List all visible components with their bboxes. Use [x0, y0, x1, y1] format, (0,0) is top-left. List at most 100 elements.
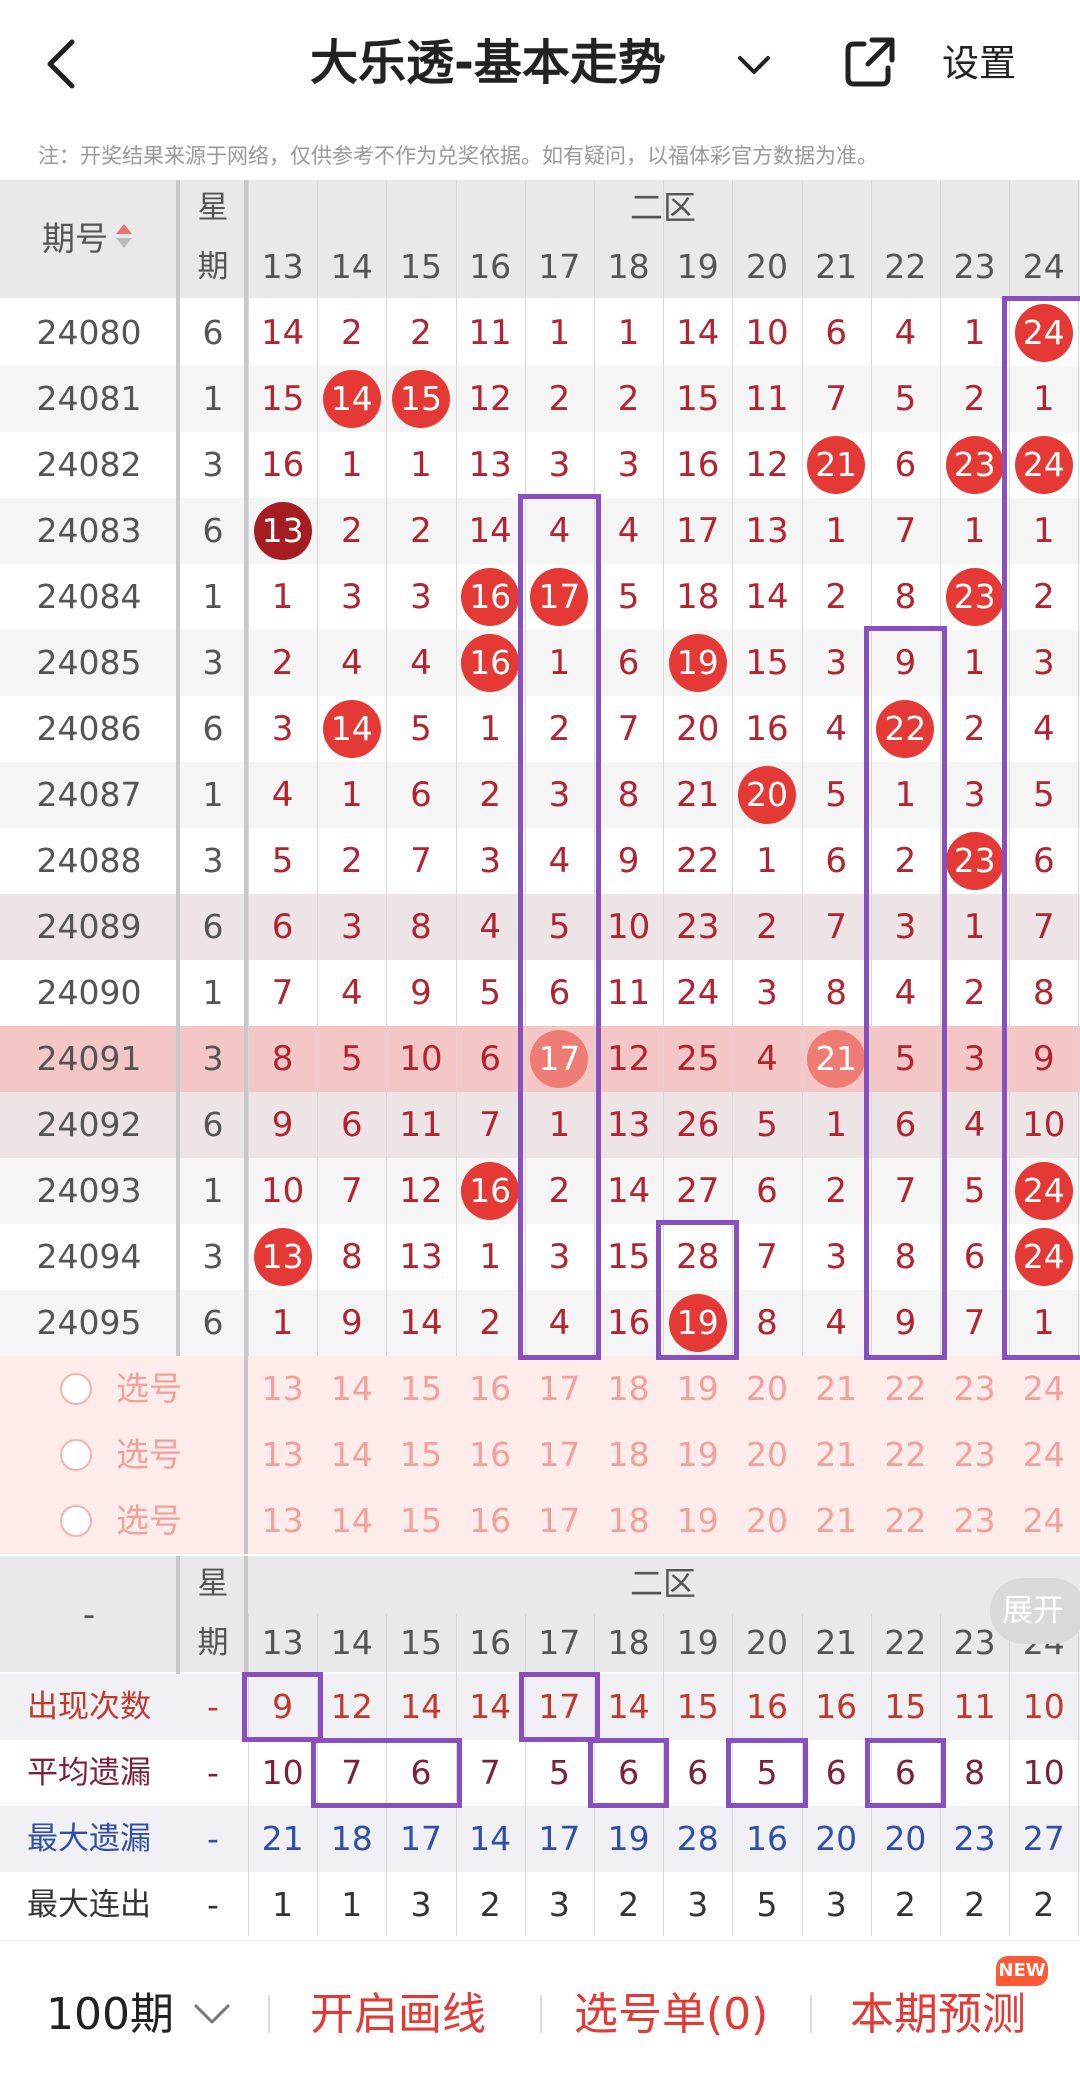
miss-count[interactable]: 11 [594, 960, 663, 1026]
miss-count[interactable]: 5 [594, 564, 663, 630]
pick-number[interactable]: 14 [317, 1356, 386, 1422]
drawn-number-ball[interactable]: 15 [392, 370, 450, 428]
pick-number[interactable]: 23 [940, 1422, 1009, 1488]
pick-number[interactable]: 20 [732, 1356, 801, 1422]
period-id[interactable]: 24095 [0, 1290, 178, 1356]
miss-count[interactable]: 7 [594, 696, 663, 762]
miss-count[interactable]: 1 [594, 300, 663, 366]
miss-count[interactable]: 1 [940, 894, 1009, 960]
drawn-number-ball[interactable]: 23 [945, 436, 1004, 494]
pick-radio[interactable] [60, 1373, 92, 1405]
miss-count[interactable]: 8 [594, 762, 663, 828]
period-id[interactable]: 24084 [0, 564, 178, 630]
miss-count[interactable]: 8 [871, 564, 940, 630]
chevron-down-icon[interactable] [736, 50, 772, 80]
miss-count[interactable]: 11 [456, 300, 525, 366]
drawn-number-ball[interactable]: 23 [945, 568, 1004, 626]
pick-list-button[interactable]: 选号单(0) [574, 1980, 768, 2050]
miss-count[interactable]: 11 [386, 1092, 455, 1158]
miss-count[interactable]: 1 [248, 564, 317, 630]
miss-count[interactable]: 26 [663, 1092, 732, 1158]
miss-count[interactable]: 1 [940, 498, 1009, 564]
pick-number[interactable]: 15 [386, 1422, 455, 1488]
miss-count[interactable]: 3 [525, 432, 594, 498]
miss-count[interactable]: 6 [248, 894, 317, 960]
miss-count[interactable]: 14 [456, 498, 525, 564]
miss-count[interactable]: 6 [386, 762, 455, 828]
settings-button[interactable]: 设置 [942, 36, 1016, 92]
miss-count[interactable]: 14 [594, 1158, 663, 1224]
miss-count[interactable]: 24 [663, 960, 732, 1026]
miss-count[interactable]: 2 [317, 300, 386, 366]
draw-lines-button[interactable]: 开启画线 [310, 1980, 486, 2050]
miss-count[interactable]: 2 [317, 828, 386, 894]
period-id[interactable]: 24088 [0, 828, 178, 894]
miss-count[interactable]: 13 [456, 432, 525, 498]
period-id[interactable]: 24092 [0, 1092, 178, 1158]
miss-count[interactable]: 12 [456, 366, 525, 432]
miss-count[interactable]: 3 [802, 630, 871, 696]
page-title[interactable]: 大乐透-基本走势 [310, 28, 666, 98]
pick-number[interactable]: 19 [663, 1488, 732, 1554]
pick-number[interactable]: 17 [525, 1422, 594, 1488]
miss-count[interactable]: 6 [802, 828, 871, 894]
miss-count[interactable]: 16 [732, 696, 801, 762]
miss-count[interactable]: 4 [456, 894, 525, 960]
pick-number[interactable]: 20 [732, 1488, 801, 1554]
miss-count[interactable]: 27 [663, 1158, 732, 1224]
pick-number[interactable]: 14 [317, 1488, 386, 1554]
drawn-number-ball[interactable]: 14 [322, 700, 381, 758]
miss-count[interactable]: 10 [386, 1026, 455, 1092]
miss-count[interactable]: 23 [663, 894, 732, 960]
miss-count[interactable]: 1 [732, 828, 801, 894]
pick-number[interactable]: 14 [317, 1422, 386, 1488]
miss-count[interactable]: 6 [317, 1092, 386, 1158]
miss-count[interactable]: 13 [594, 1092, 663, 1158]
drawn-number-ball[interactable]: 21 [807, 436, 866, 494]
miss-count[interactable]: 16 [594, 1290, 663, 1356]
miss-count[interactable]: 10 [732, 300, 801, 366]
drawn-number-ball[interactable]: 16 [461, 1162, 520, 1220]
miss-count[interactable]: 1 [456, 1224, 525, 1290]
miss-count[interactable]: 3 [940, 1026, 1009, 1092]
miss-count[interactable]: 13 [732, 498, 801, 564]
miss-count[interactable]: 7 [732, 1224, 801, 1290]
miss-count[interactable]: 2 [317, 498, 386, 564]
miss-count[interactable]: 2 [456, 1290, 525, 1356]
miss-count[interactable]: 4 [802, 696, 871, 762]
miss-count[interactable]: 6 [456, 1026, 525, 1092]
pick-number[interactable]: 22 [871, 1356, 940, 1422]
pick-number[interactable]: 13 [248, 1356, 317, 1422]
period-id[interactable]: 24082 [0, 432, 178, 498]
pick-number[interactable]: 23 [940, 1488, 1009, 1554]
miss-count[interactable]: 9 [248, 1092, 317, 1158]
miss-count[interactable]: 1 [386, 432, 455, 498]
prediction-button[interactable]: 本期预测 [850, 1980, 1026, 2050]
miss-count[interactable]: 4 [248, 762, 317, 828]
pick-number[interactable]: 16 [456, 1422, 525, 1488]
period-id[interactable]: 24094 [0, 1224, 178, 1290]
miss-count[interactable]: 2 [940, 960, 1009, 1026]
sort-icon[interactable] [116, 224, 132, 234]
miss-count[interactable]: 4 [317, 630, 386, 696]
miss-count[interactable]: 8 [317, 1224, 386, 1290]
period-id[interactable]: 24093 [0, 1158, 178, 1224]
pick-number[interactable]: 13 [248, 1488, 317, 1554]
miss-count[interactable]: 2 [732, 894, 801, 960]
miss-count[interactable]: 18 [663, 564, 732, 630]
chevron-down-icon[interactable] [192, 2002, 232, 2028]
share-icon[interactable] [842, 34, 898, 90]
miss-count[interactable]: 4 [871, 300, 940, 366]
pick-number[interactable]: 18 [594, 1488, 663, 1554]
miss-count[interactable]: 2 [940, 366, 1009, 432]
period-id[interactable]: 24080 [0, 300, 178, 366]
miss-count[interactable]: 3 [456, 828, 525, 894]
period-id[interactable]: 24085 [0, 630, 178, 696]
miss-count[interactable]: 3 [594, 432, 663, 498]
pick-number[interactable]: 16 [456, 1488, 525, 1554]
miss-count[interactable]: 2 [386, 498, 455, 564]
miss-count[interactable]: 8 [732, 1290, 801, 1356]
miss-count[interactable]: 5 [386, 696, 455, 762]
miss-count[interactable]: 5 [802, 762, 871, 828]
pick-number[interactable]: 15 [386, 1356, 455, 1422]
